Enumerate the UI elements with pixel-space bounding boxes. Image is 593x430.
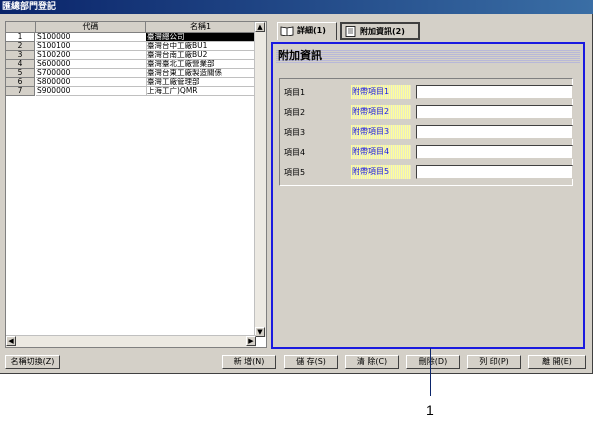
cell-code[interactable]: S100200 (36, 51, 147, 60)
field-name: 附帶項目5 (351, 165, 411, 179)
field-input[interactable] (416, 105, 573, 119)
close-button[interactable]: 離 開(E) (528, 355, 586, 369)
row-number[interactable]: 7 (6, 87, 35, 96)
scroll-left-icon[interactable]: ◀ (6, 336, 16, 346)
print-button[interactable]: 列 印(P) (467, 355, 521, 369)
callout-line (430, 348, 431, 396)
field-name: 附帶項目1 (351, 85, 411, 99)
name-switch-button[interactable]: 名稱切換(Z) (5, 355, 60, 369)
fields-group: 項目1 附帶項目1 項目2 附帶項目2 項目3 附帶項目3 項目4 附帶項目4 項目5 附帶項目5 (279, 78, 573, 186)
department-grid[interactable]: 代碼 名稱1 1 S100000 臺灣總公司 2 S100100 臺灣台中工廠BU1 3 S1… (5, 21, 267, 348)
window-title: 匯總部門登記 (0, 0, 593, 14)
field-name: 附帶項目4 (351, 145, 411, 159)
cell-name[interactable]: 臺灣總公司 (146, 33, 257, 42)
tab-details[interactable]: 詳細(1) (277, 22, 337, 40)
field-label: 項目3 (284, 128, 306, 137)
field-name: 附帶項目2 (351, 105, 411, 119)
cell-name[interactable]: 臺灣台南工廠BU2 (146, 51, 257, 60)
cell-code[interactable]: S600000 (36, 60, 147, 69)
cell-code[interactable]: S100000 (36, 33, 147, 42)
cell-name[interactable]: 上海工广)QMR (146, 87, 257, 96)
cell-name[interactable]: 臺灣台東工廠製造關係 (146, 69, 257, 78)
field-input[interactable] (416, 85, 573, 99)
field-input[interactable] (416, 145, 573, 159)
main-window: 匯總部門登記 代碼 名稱1 1 S100000 臺灣總公司 2 S100100 臺灣台中工… (0, 0, 593, 374)
delete-button[interactable]: 刪除(D) (406, 355, 460, 369)
field-label: 項目4 (284, 148, 306, 157)
field-input[interactable] (416, 165, 573, 179)
callout-number: 1 (426, 402, 434, 418)
horizontal-scrollbar[interactable]: ◀ ▶ (6, 335, 256, 347)
cell-code[interactable]: S900000 (36, 87, 147, 96)
scroll-up-icon[interactable]: ▲ (255, 22, 265, 32)
panel-title: 附加資訊 (276, 49, 580, 63)
cell-name[interactable]: 臺灣臺北工廠營業部 (146, 60, 257, 69)
add-button[interactable]: 新 增(N) (222, 355, 276, 369)
vertical-scrollbar[interactable]: ▲ ▼ (254, 22, 266, 337)
field-label: 項目5 (284, 168, 306, 177)
document-icon (345, 26, 357, 37)
save-button[interactable]: 儲 存(S) (284, 355, 338, 369)
cell-name[interactable]: 臺灣台中工廠BU1 (146, 42, 257, 51)
cell-name[interactable]: 臺灣工廠管理部 (146, 78, 257, 87)
additional-info-panel: 附加資訊 項目1 附帶項目1 項目2 附帶項目2 項目3 附帶項目3 項目4 附帶項目4 項目5… (271, 42, 585, 349)
clear-button[interactable]: 清 除(C) (345, 355, 399, 369)
column-header-code[interactable]: 代碼 (36, 22, 146, 33)
scroll-down-icon[interactable]: ▼ (255, 327, 265, 337)
field-label: 項目2 (284, 108, 306, 117)
tab-details-label: 詳細(1) (297, 26, 326, 35)
field-label: 項目1 (284, 88, 306, 97)
scroll-right-icon[interactable]: ▶ (246, 336, 256, 346)
cell-code[interactable]: S100100 (36, 42, 147, 51)
field-name: 附帶項目3 (351, 125, 411, 139)
tab-additional-info[interactable]: 附加資訊(2) (340, 22, 420, 40)
cell-code[interactable]: S700000 (36, 69, 147, 78)
book-icon (280, 26, 294, 36)
cell-code[interactable]: S800000 (36, 78, 147, 87)
tab-additional-info-label: 附加資訊(2) (360, 27, 405, 36)
column-header-name[interactable]: 名稱1 (146, 22, 256, 33)
field-input[interactable] (416, 125, 573, 139)
